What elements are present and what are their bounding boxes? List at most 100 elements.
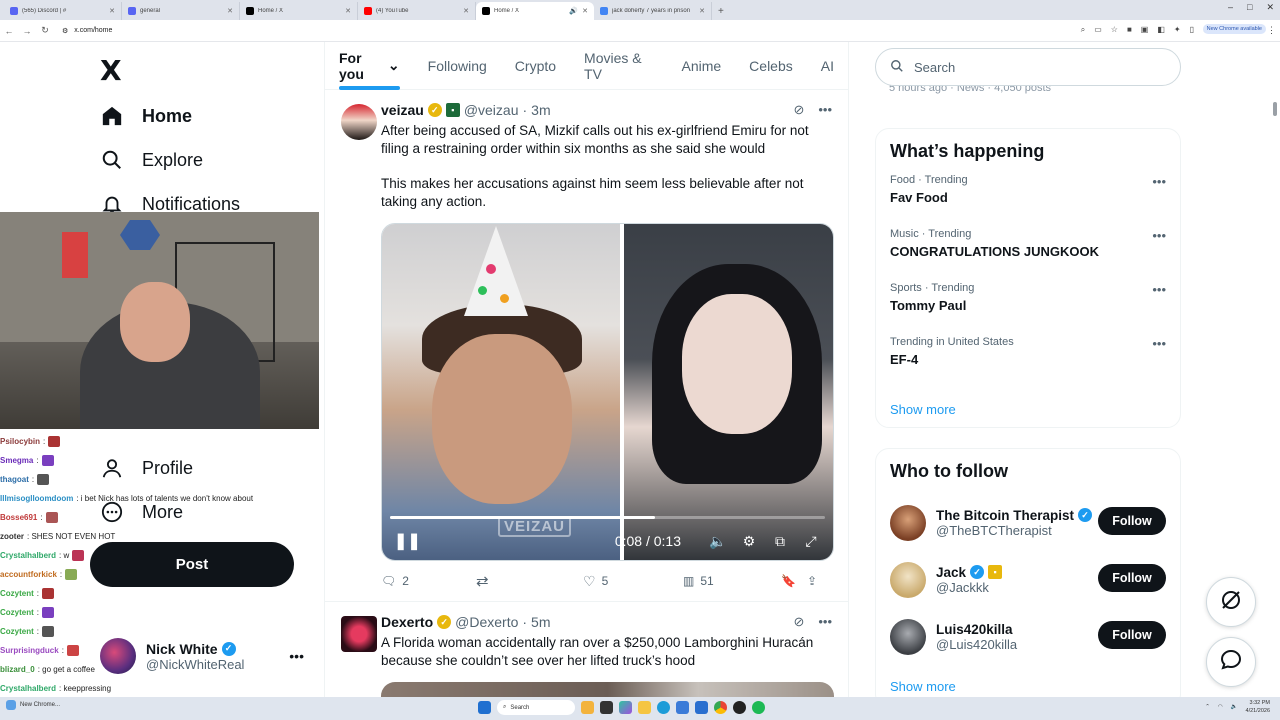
grok-button[interactable] [1206,577,1256,627]
more-dots-icon[interactable]: ••• [818,614,832,630]
new-tab-button[interactable]: + [712,2,730,20]
widgets-icon[interactable] [581,701,594,714]
browser-tab[interactable]: jack doherty 7 years in prison ✕ [594,2,712,20]
tab-movies-tv[interactable]: Movies & TV [570,42,667,90]
more-dots-icon[interactable]: ••• [1152,228,1166,243]
back-icon[interactable]: ← [0,26,18,36]
news-widget-icon[interactable] [6,700,16,710]
browser-tab[interactable]: general ✕ [122,2,240,20]
mail-icon[interactable] [695,701,708,714]
nav-explore[interactable]: Explore [100,148,203,172]
maximize-icon[interactable]: □ [1247,2,1252,13]
close-icon[interactable]: ✕ [109,7,115,15]
tab-following[interactable]: Following [414,42,501,90]
copilot-icon[interactable] [619,701,632,714]
close-icon[interactable]: ✕ [345,7,351,15]
follow-button[interactable]: Follow [1098,507,1166,535]
tweet-handle[interactable]: @veizau [464,102,519,118]
chrome-icon[interactable] [714,701,727,714]
grok-icon[interactable]: ⊘ [793,614,804,630]
share-button[interactable]: ⇪ [807,574,817,588]
follow-suggestion[interactable]: Luis420killa @Luis420killa Follow [876,608,1180,665]
tab-crypto[interactable]: Crypto [501,42,570,90]
tweet-author-name[interactable]: Dexerto [381,614,433,630]
tab-for-you[interactable]: For you ⌄ [325,42,414,90]
follow-button[interactable]: Follow [1098,621,1166,649]
forward-icon[interactable]: → [18,26,36,36]
trend-item[interactable]: Food · Trending Fav Food ••• [876,174,1180,228]
wifi-icon[interactable]: ◠ [1218,704,1223,710]
chrome-update-badge[interactable]: New Chrome available [1202,24,1266,34]
page-scrollbar[interactable] [1272,44,1278,694]
reply-button[interactable]: 🗨 2 [381,574,476,588]
views-button[interactable]: ▥ 51 [683,574,781,588]
follow-button[interactable]: Follow [1098,564,1166,592]
minimize-icon[interactable]: – [1228,2,1233,13]
extension-icon[interactable]: ▣ [1141,25,1149,35]
taskbar-search[interactable]: ⌕ Search [497,700,575,715]
tray-chevron-icon[interactable]: ⌃ [1205,704,1210,710]
show-more-link[interactable]: Show more [876,390,1180,425]
trend-item[interactable]: Trending in United States EF-4 ••• [876,336,1180,390]
tab-ai[interactable]: AI [807,42,848,90]
browser-tab[interactable]: (4) YouTube ✕ [358,2,476,20]
grok-icon[interactable]: ⊘ [793,102,804,118]
extension-icon[interactable]: ■ [1127,25,1132,35]
follow-suggestion[interactable]: Jack ✓ ▪ @Jackkk Follow [876,551,1180,608]
tweet-time[interactable]: 3m [531,102,550,118]
trend-item[interactable]: Sports · Trending Tommy Paul ••• [876,282,1180,336]
edge-icon[interactable] [657,701,670,714]
fullscreen-icon[interactable]: ⤢ [801,533,821,550]
tweet-time[interactable]: 5m [531,614,550,630]
trend-item[interactable]: Music · Trending CONGRATULATIONS JUNGKOOK… [876,228,1180,282]
menu-dots-icon[interactable]: ⋮ [1267,25,1276,36]
pip-icon[interactable]: ⧉ [770,533,790,550]
more-dots-icon[interactable]: ••• [818,102,832,118]
address-bar[interactable]: ⚙ x.com/home [62,27,112,35]
messages-button[interactable] [1206,637,1256,687]
site-info-icon[interactable]: ⚙ [62,27,68,35]
tweet-handle[interactable]: @Dexerto [455,614,518,630]
close-window-icon[interactable]: ✕ [1266,2,1274,13]
close-icon[interactable]: ✕ [699,7,705,15]
close-icon[interactable]: ✕ [227,7,233,15]
more-dots-icon[interactable]: ••• [1152,336,1166,351]
tab-celebs[interactable]: Celebs [735,42,807,90]
avatar[interactable] [341,616,377,652]
x-logo[interactable]: X [100,54,122,87]
tab-anime[interactable]: Anime [667,42,735,90]
task-view-icon[interactable] [600,701,613,714]
settings-gear-icon[interactable]: ⚙ [739,533,759,550]
spotify-icon[interactable] [752,701,765,714]
like-button[interactable]: ♡ 5 [583,573,683,590]
repost-button[interactable]: ⇄ [476,572,583,590]
nav-home[interactable]: Home [100,104,192,128]
store-icon[interactable] [676,701,689,714]
tweet-author-name[interactable]: veizau [381,102,424,118]
follow-suggestion[interactable]: The Bitcoin Therapist ✓ @TheBTCTherapist F… [876,494,1180,551]
puzzle-icon[interactable]: ✦ [1174,25,1181,35]
show-more-link[interactable]: Show more [876,665,1180,697]
pause-icon[interactable]: ❚❚ [394,531,421,551]
reload-icon[interactable]: ↻ [36,25,54,36]
obs-icon[interactable] [733,701,746,714]
file-explorer-icon[interactable] [638,701,651,714]
avatar[interactable] [341,104,377,140]
video-player[interactable]: VEIZAU ❚❚ 0:08 / 0:13 🔈 ⚙ ⧉ ⤢ [381,223,834,561]
bookmark-button[interactable]: 🔖 [781,574,807,588]
close-icon[interactable]: ✕ [463,7,469,15]
sidepanel-icon[interactable]: ▯ [1190,25,1194,35]
browser-tab[interactable]: (565) Discord | # ✕ [4,2,122,20]
video-progress-bar[interactable] [390,516,825,519]
more-dots-icon[interactable]: ••• [1152,282,1166,297]
volume-icon[interactable]: 🔈 [708,533,728,550]
more-dots-icon[interactable]: ••• [1152,174,1166,189]
zoom-icon[interactable]: ⌕ [1081,25,1085,35]
tweet-media-preview[interactable] [381,682,834,697]
clock[interactable]: 3:32 PM 4/21/2026 [1246,699,1270,715]
close-icon[interactable]: ✕ [582,7,588,15]
browser-tab-active[interactable]: Home / X 🔊 ✕ [476,2,594,20]
tweet[interactable]: ⊘ ••• veizau ✓ ▪ @veizau · 3m After bein… [325,90,848,602]
windows-start-icon[interactable] [478,701,491,714]
extension-icon[interactable]: ◧ [1157,25,1165,35]
